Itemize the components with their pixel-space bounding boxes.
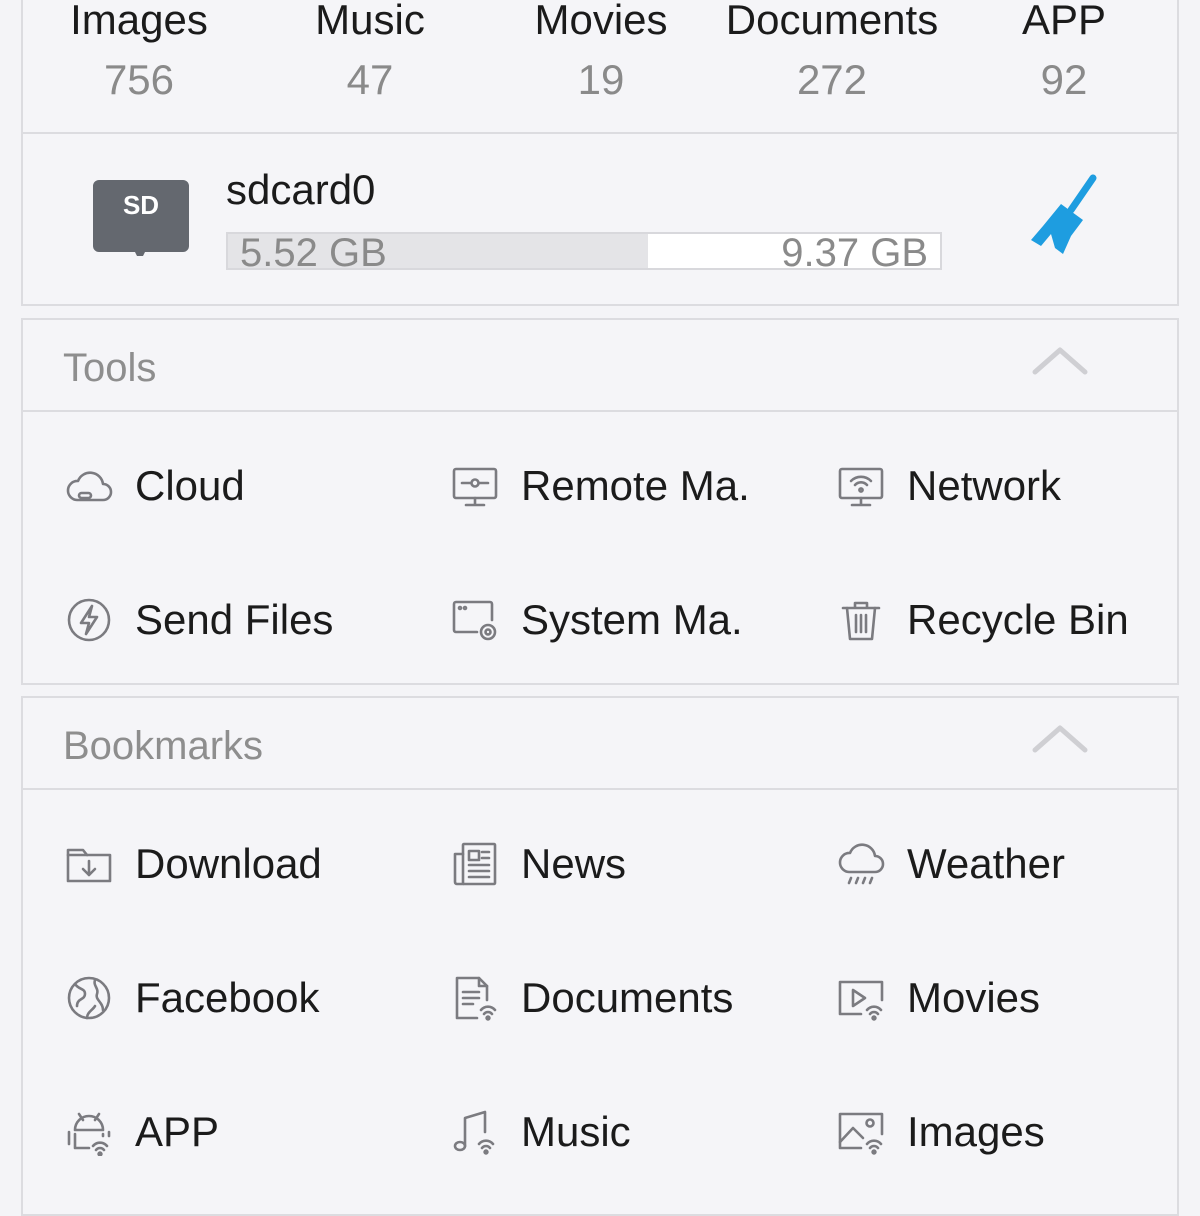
cloud-icon bbox=[66, 471, 113, 502]
category-app[interactable]: APP 92 bbox=[949, 0, 1179, 104]
rain-cloud-icon bbox=[838, 843, 885, 885]
bookmarks-header[interactable]: Bookmarks bbox=[23, 698, 1177, 790]
category-label: Movies bbox=[534, 0, 668, 43]
document-wifi-icon bbox=[455, 976, 497, 1021]
broom-icon[interactable] bbox=[1027, 174, 1099, 258]
music-wifi-icon bbox=[453, 1110, 495, 1155]
bookmark-label: Documents bbox=[521, 974, 734, 1021]
chevron-up-icon[interactable] bbox=[1031, 342, 1089, 382]
wifi-monitor-icon bbox=[838, 467, 884, 507]
trash-icon bbox=[841, 601, 881, 641]
tools-header[interactable]: Tools bbox=[23, 320, 1177, 412]
bookmark-download[interactable]: Download bbox=[65, 832, 435, 896]
bookmark-documents[interactable]: Documents bbox=[451, 966, 821, 1030]
bookmarks-title: Bookmarks bbox=[63, 724, 264, 768]
category-count: 272 bbox=[796, 56, 868, 103]
tool-network[interactable]: Network bbox=[837, 454, 1200, 518]
category-images[interactable]: Images 756 bbox=[24, 0, 254, 104]
lightning-icon bbox=[67, 598, 111, 642]
bookmark-movies[interactable]: Movies bbox=[837, 966, 1200, 1030]
category-label: Documents bbox=[725, 0, 939, 43]
category-label: Music bbox=[315, 0, 425, 43]
storage-total: 9.37 GB bbox=[781, 231, 928, 275]
bookmark-images[interactable]: Images bbox=[837, 1100, 1200, 1164]
bookmark-label: Movies bbox=[907, 974, 1041, 1021]
bookmark-label: APP bbox=[135, 1108, 220, 1155]
category-music[interactable]: Music 47 bbox=[255, 0, 485, 104]
bookmark-facebook[interactable]: Facebook bbox=[65, 966, 435, 1030]
tool-system-manager[interactable]: System Ma. bbox=[451, 588, 821, 652]
sd-card-label: SD bbox=[123, 190, 159, 220]
tool-cloud[interactable]: Cloud bbox=[65, 454, 435, 518]
storage-usage-bar: 5.52 GB 9.37 GB bbox=[226, 231, 942, 275]
bookmark-label: Facebook bbox=[135, 974, 320, 1021]
android-wifi-icon bbox=[67, 1112, 111, 1156]
tool-remote-manager[interactable]: Remote Ma. bbox=[451, 454, 821, 518]
category-strip: Images 756 Music 47 Movies 19 Documents … bbox=[21, 0, 1179, 134]
globe-icon bbox=[67, 976, 111, 1020]
bookmark-news[interactable]: News bbox=[451, 832, 821, 896]
tools-section: Tools Cloud Remote Ma. Network Send File… bbox=[21, 318, 1179, 685]
bookmark-weather[interactable]: Weather bbox=[837, 832, 1200, 896]
bookmark-label: Music bbox=[521, 1108, 631, 1155]
bookmark-label: News bbox=[521, 840, 627, 887]
storage-used: 5.52 GB bbox=[240, 231, 387, 275]
tool-label: Network bbox=[907, 462, 1062, 509]
tool-send-files[interactable]: Send Files bbox=[65, 588, 435, 652]
bookmark-label: Images bbox=[907, 1108, 1045, 1155]
category-count: 47 bbox=[346, 56, 394, 103]
storage-card[interactable]: SD sdcard0 5.52 GB 9.37 GB bbox=[21, 134, 1179, 306]
window-gear-icon bbox=[452, 600, 497, 641]
tool-label: Send Files bbox=[135, 596, 334, 643]
monitor-icon bbox=[452, 467, 498, 507]
movie-wifi-icon bbox=[838, 980, 884, 1021]
bookmark-label: Download bbox=[135, 840, 322, 887]
tools-title: Tools bbox=[63, 346, 157, 390]
tool-label: Recycle Bin bbox=[907, 596, 1129, 643]
category-documents[interactable]: Documents 272 bbox=[717, 0, 947, 104]
bookmarks-section: Bookmarks Download News Weather Facebook… bbox=[21, 696, 1179, 1216]
category-count: 19 bbox=[577, 56, 625, 103]
image-wifi-icon bbox=[838, 1112, 884, 1155]
sd-card-icon: SD bbox=[93, 180, 189, 256]
newspaper-icon bbox=[453, 842, 497, 886]
tool-label: Remote Ma. bbox=[521, 462, 750, 509]
bookmark-app[interactable]: APP bbox=[65, 1100, 435, 1164]
download-folder-icon bbox=[66, 848, 112, 883]
category-count: 92 bbox=[1040, 56, 1088, 103]
bookmark-label: Weather bbox=[907, 840, 1065, 887]
tool-label: System Ma. bbox=[521, 596, 743, 643]
storage-name: sdcard0 bbox=[226, 166, 376, 213]
category-count: 756 bbox=[103, 56, 175, 103]
category-movies[interactable]: Movies 19 bbox=[486, 0, 716, 104]
tool-recycle-bin[interactable]: Recycle Bin bbox=[837, 588, 1200, 652]
tool-label: Cloud bbox=[135, 462, 245, 509]
chevron-up-icon[interactable] bbox=[1031, 720, 1089, 760]
category-label: APP bbox=[1021, 0, 1107, 43]
bookmark-music[interactable]: Music bbox=[451, 1100, 821, 1164]
category-label: Images bbox=[70, 0, 208, 43]
